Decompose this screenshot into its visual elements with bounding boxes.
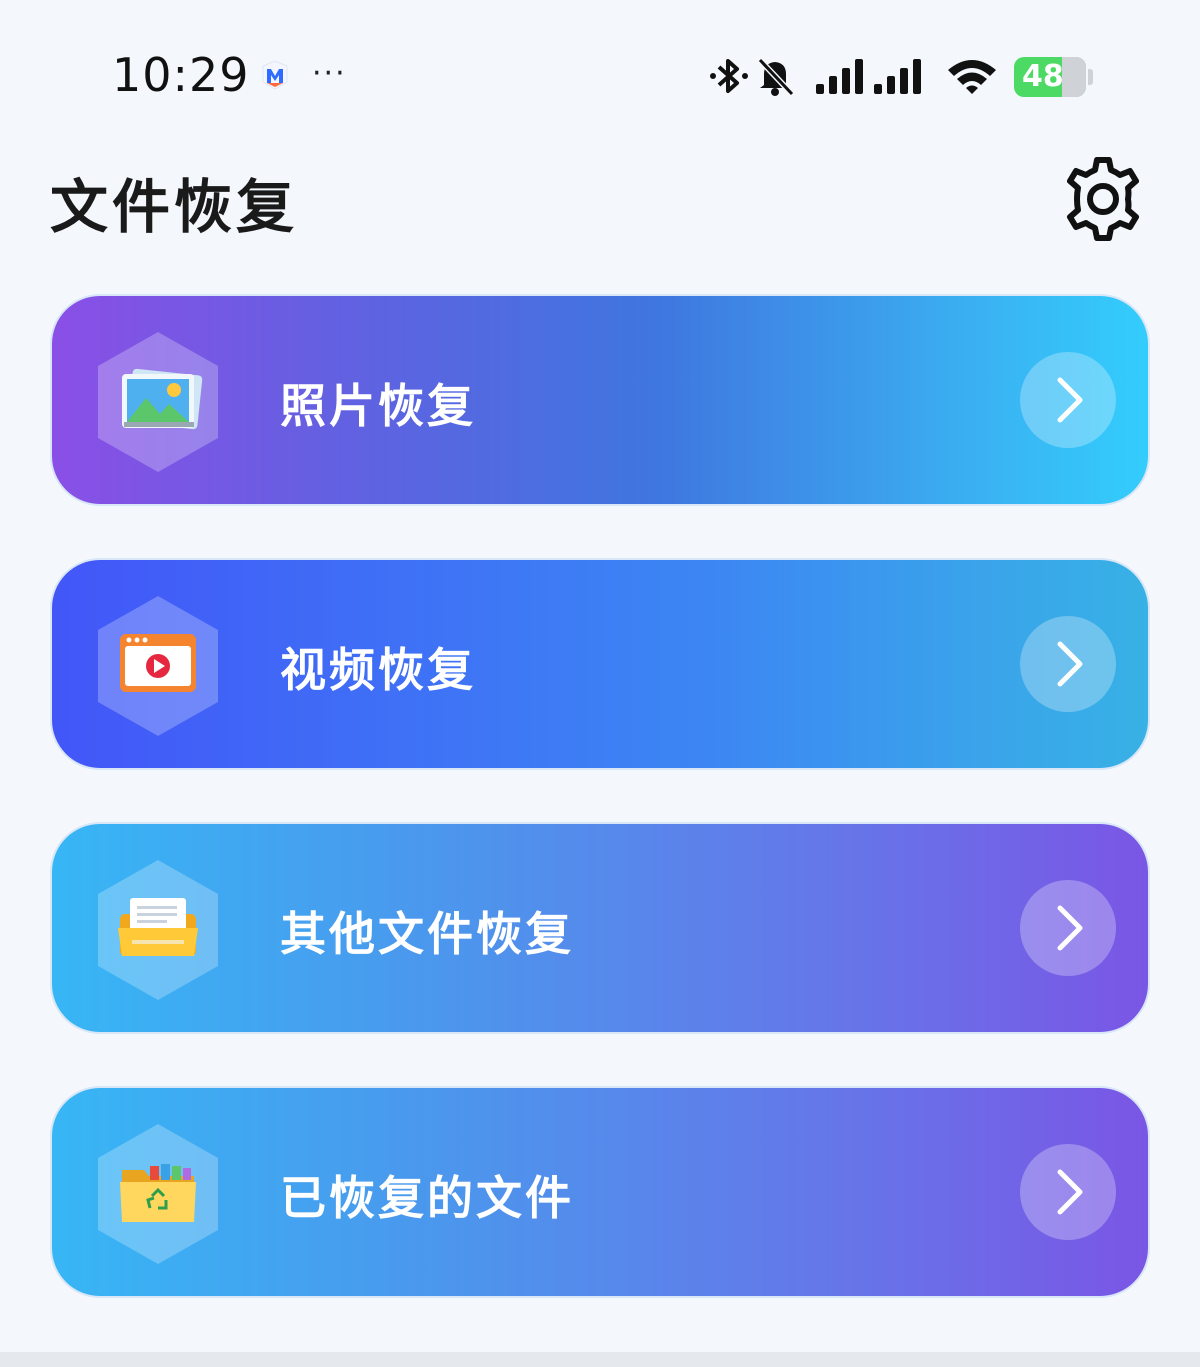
- chevron-right-icon: [1057, 641, 1083, 687]
- battery-level: 48: [1022, 59, 1064, 94]
- app-notification-icon: [258, 58, 292, 92]
- other-files-recovery-card[interactable]: 其他文件恢复: [50, 822, 1150, 1034]
- open-recovered-files-button[interactable]: [1020, 1144, 1116, 1240]
- document-icon-badge: [94, 858, 222, 1002]
- battery-tip: [1088, 69, 1093, 85]
- open-other-files-recovery-button[interactable]: [1020, 880, 1116, 976]
- video-icon: [120, 634, 196, 692]
- video-recovery-card[interactable]: 视频恢复: [50, 558, 1150, 770]
- recycle-folder-icon-badge: [94, 1122, 222, 1266]
- photo-icon-badge: [94, 330, 222, 474]
- open-photo-recovery-button[interactable]: [1020, 352, 1116, 448]
- bluetooth-icon: [708, 54, 750, 102]
- page-title: 文件恢复: [50, 173, 299, 241]
- document-folder-icon: [118, 898, 198, 956]
- card-label: 视频恢复: [280, 643, 476, 697]
- card-label: 其他文件恢复: [280, 907, 574, 961]
- silent-bell-icon: [754, 54, 798, 102]
- gear-icon: [1067, 157, 1139, 241]
- photo-recovery-card[interactable]: 照片恢复: [50, 294, 1150, 506]
- cellular-signal-icon: [814, 56, 872, 100]
- settings-button[interactable]: [1058, 154, 1148, 244]
- wifi-icon: [946, 56, 998, 100]
- cellular-signal-icon: [872, 56, 932, 100]
- bottom-divider: [0, 1352, 1200, 1367]
- recycle-folder-icon: [120, 1164, 196, 1222]
- status-time: 10:29: [112, 48, 250, 102]
- chevron-right-icon: [1057, 905, 1083, 951]
- chevron-right-icon: [1057, 1169, 1083, 1215]
- chevron-right-icon: [1057, 377, 1083, 423]
- status-bar: 10:29 ··· 48: [0, 0, 1200, 150]
- battery-icon: 48: [1014, 57, 1086, 97]
- card-label: 照片恢复: [280, 379, 476, 433]
- open-video-recovery-button[interactable]: [1020, 616, 1116, 712]
- card-label: 已恢复的文件: [280, 1171, 574, 1225]
- more-notifications-icon: ···: [312, 56, 347, 91]
- recovered-files-card[interactable]: 已恢复的文件: [50, 1086, 1150, 1298]
- video-icon-badge: [94, 594, 222, 738]
- photo-icon: [122, 368, 203, 430]
